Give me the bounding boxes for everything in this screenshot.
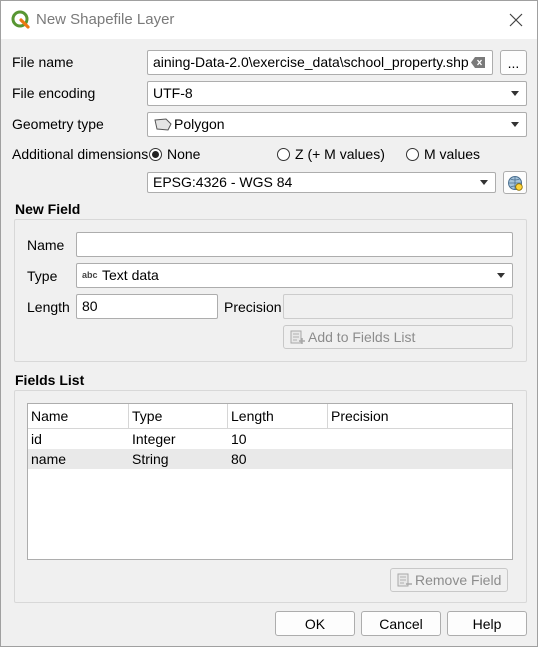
table-row[interactable]: name String 80: [28, 449, 512, 469]
field-length-label: Length: [27, 299, 70, 315]
chevron-down-icon: [480, 180, 488, 185]
file-name-label: File name: [12, 54, 74, 70]
close-icon[interactable]: [506, 10, 526, 30]
new-field-title: New Field: [15, 201, 81, 217]
ok-button[interactable]: OK: [275, 611, 355, 636]
cell-length: 10: [231, 431, 247, 447]
column-header-type[interactable]: Type: [129, 404, 228, 429]
dimension-none-radio[interactable]: [149, 148, 162, 161]
field-length-value: 80: [82, 298, 98, 314]
add-to-fields-button[interactable]: Add to Fields List: [283, 325, 513, 349]
additional-dimensions-label: Additional dimensions: [12, 146, 149, 162]
cancel-button[interactable]: Cancel: [361, 611, 441, 636]
field-type-label: Type: [27, 268, 58, 284]
dialog-window: New Shapefile Layer File name aining-Dat…: [0, 0, 538, 647]
cell-type: Integer: [132, 431, 176, 447]
dimension-m-label: M values: [424, 146, 481, 162]
clear-icon[interactable]: [471, 57, 485, 68]
table-row[interactable]: id Integer 10: [28, 429, 512, 449]
dimension-z-radio[interactable]: [277, 148, 290, 161]
chevron-down-icon: [497, 273, 505, 278]
file-name-input[interactable]: aining-Data-2.0\exercise_data\school_pro…: [147, 50, 493, 75]
geometry-type-value: Polygon: [174, 116, 225, 132]
field-name-input[interactable]: [76, 232, 513, 257]
globe-settings-icon: [508, 176, 523, 191]
dimension-none-label: None: [167, 146, 201, 162]
file-encoding-combo[interactable]: UTF-8: [147, 81, 527, 106]
chevron-down-icon: [511, 122, 519, 127]
crs-select-button[interactable]: [503, 171, 527, 194]
geometry-type-combo[interactable]: Polygon: [147, 112, 527, 137]
add-to-fields-label: Add to Fields List: [308, 329, 416, 345]
text-type-icon: abc: [82, 270, 98, 280]
field-name-label: Name: [27, 237, 65, 253]
column-header-name[interactable]: Name: [28, 404, 129, 429]
field-type-value: Text data: [102, 267, 159, 283]
polygon-icon: [154, 118, 172, 131]
cell-length: 80: [231, 451, 247, 467]
add-field-icon: [290, 330, 305, 344]
window-title: New Shapefile Layer: [36, 11, 175, 28]
dimension-m-radio[interactable]: [406, 148, 419, 161]
browse-button[interactable]: ...: [500, 50, 527, 75]
remove-field-label: Remove Field: [415, 572, 502, 588]
chevron-down-icon: [511, 91, 519, 96]
file-encoding-label: File encoding: [12, 85, 96, 101]
file-name-value: aining-Data-2.0\exercise_data\school_pro…: [153, 54, 469, 70]
title-bar: New Shapefile Layer: [1, 1, 537, 39]
field-length-input[interactable]: 80: [76, 294, 218, 319]
help-button[interactable]: Help: [447, 611, 527, 636]
cell-name: name: [31, 451, 67, 467]
column-header-precision[interactable]: Precision: [328, 404, 512, 429]
field-type-combo[interactable]: abc Text data: [76, 263, 513, 288]
cell-type: String: [132, 451, 169, 467]
cell-name: id: [31, 431, 42, 447]
file-encoding-value: UTF-8: [153, 85, 193, 101]
geometry-type-label: Geometry type: [12, 116, 104, 132]
column-header-length[interactable]: Length: [228, 404, 328, 429]
remove-field-icon: [397, 573, 412, 587]
field-precision-input[interactable]: [283, 294, 513, 319]
qgis-logo-icon: [11, 10, 30, 29]
crs-value: EPSG:4326 - WGS 84: [153, 174, 293, 190]
dimension-z-label: Z (+ M values): [295, 146, 385, 162]
fields-list-title: Fields List: [15, 372, 85, 388]
field-precision-label: Precision: [224, 299, 282, 315]
remove-field-button[interactable]: Remove Field: [390, 568, 508, 592]
crs-combo[interactable]: EPSG:4326 - WGS 84: [147, 172, 496, 193]
fields-table[interactable]: Name Type Length Precision id Integer 10…: [27, 403, 513, 560]
